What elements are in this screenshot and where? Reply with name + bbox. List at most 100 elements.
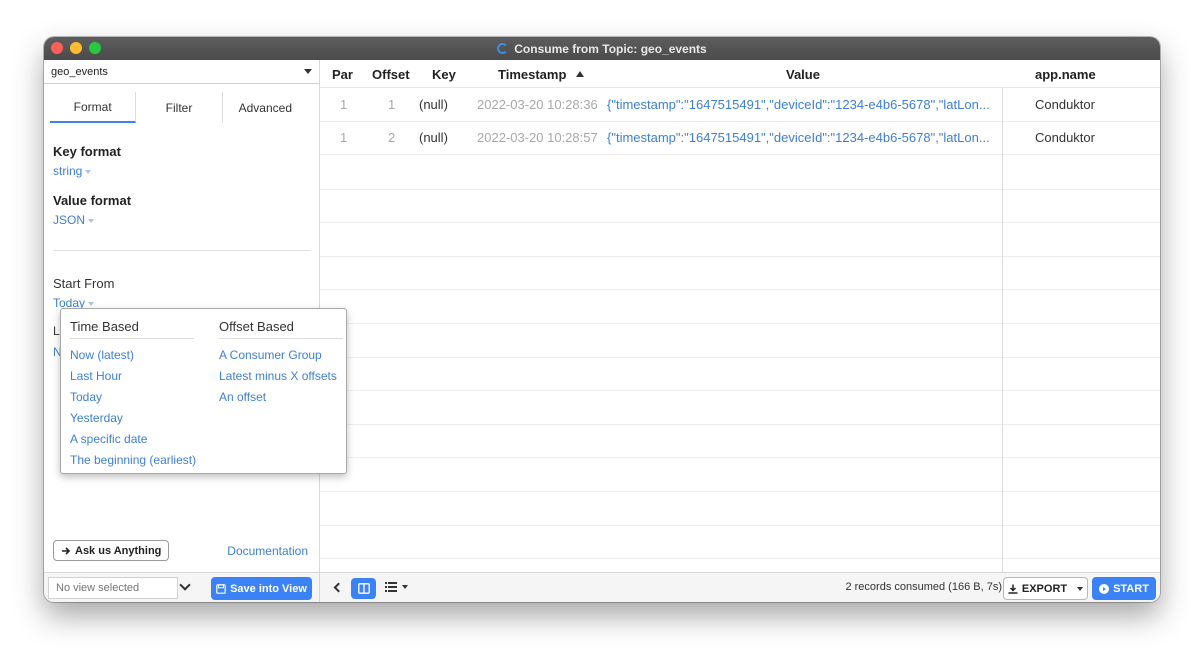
export-button[interactable]: EXPORT [1003,577,1088,600]
option-last-hour[interactable]: Last Hour [70,366,196,387]
records-table: Par Offset Key Timestamp Value app.name … [320,60,1160,572]
row-divider [320,323,1160,324]
row-divider [320,424,1160,425]
option-latest-minus-offsets[interactable]: Latest minus X offsets [219,366,343,387]
option-today[interactable]: Today [70,387,196,408]
cell-timestamp: 2022-03-20 10:28:36 [477,97,598,112]
cell-offset: 1 [388,97,396,112]
table-row[interactable]: 1 1 (null) 2022-03-20 10:28:36 {"timesta… [320,89,1160,122]
column-header-key[interactable]: Key [432,67,456,82]
records-status: 2 records consumed (166 B, 7s) [845,581,1002,593]
offset-based-heading: Offset Based [219,319,343,339]
caret-down-icon [88,218,95,223]
title-bar: Consume from Topic: geo_events [44,37,1160,60]
window-controls [51,42,101,54]
obscured-label: L [53,324,60,338]
column-header-par[interactable]: Par [332,67,353,82]
window-title-group: Consume from Topic: geo_events [497,41,707,56]
option-consumer-group[interactable]: A Consumer Group [219,345,343,366]
view-select-input[interactable] [48,577,178,599]
topic-select[interactable]: geo_events [44,60,320,84]
column-header-offset[interactable]: Offset [372,67,410,82]
start-button[interactable]: START [1092,577,1156,600]
section-divider [53,250,311,251]
option-specific-date[interactable]: A specific date [70,429,196,450]
options-tabs: Format Filter Advanced [50,92,308,123]
offset-based-column: Offset Based A Consumer Group Latest min… [219,319,343,408]
split-view-icon [357,583,370,594]
column-header-timestamp[interactable]: Timestamp [498,67,585,82]
option-an-offset[interactable]: An offset [219,387,343,408]
column-header-timestamp-label: Timestamp [498,67,567,82]
list-view-button[interactable] [385,582,408,592]
start-label: START [1113,582,1149,595]
row-divider [320,189,1160,190]
column-header-app-name[interactable]: app.name [1035,67,1096,82]
start-from-dropdown: Time Based Now (latest) Last Hour Today … [60,308,347,474]
row-divider [320,390,1160,391]
row-divider [320,357,1160,358]
start-from-label: Start From [53,276,115,291]
download-icon [1008,584,1018,594]
column-header-value[interactable]: Value [786,67,820,82]
split-view-button[interactable] [351,578,376,599]
cell-app-name: Conduktor [1035,130,1095,145]
caret-down-icon [85,169,92,174]
row-divider [320,491,1160,492]
play-circle-icon [1099,583,1110,594]
tab-filter[interactable]: Filter [136,92,223,123]
save-icon [216,583,226,594]
key-format-value: string [53,164,83,178]
row-divider [320,525,1160,526]
cell-value: {"timestamp":"1647515491","deviceId":"12… [607,97,990,112]
row-divider [320,256,1160,257]
cell-offset: 2 [388,130,396,145]
key-format-select[interactable]: string [53,164,92,178]
caret-down-icon [88,301,95,306]
sort-ascending-icon [576,71,585,77]
cell-app-name: Conduktor [1035,97,1095,112]
arrow-right-icon [62,546,71,555]
window-title: Consume from Topic: geo_events [514,41,707,56]
row-divider [320,457,1160,458]
close-window-button[interactable] [51,42,63,54]
option-now-latest[interactable]: Now (latest) [70,345,196,366]
value-format-select[interactable]: JSON [53,213,95,227]
chevron-down-icon[interactable] [179,579,191,591]
cell-timestamp: 2022-03-20 10:28:57 [477,130,598,145]
topic-select-value: geo_events [51,65,108,78]
app-logo-icon [497,43,509,54]
cell-key: (null) [419,97,448,112]
row-divider [320,558,1160,559]
caret-down-icon [402,585,408,589]
table-row[interactable]: 1 2 (null) 2022-03-20 10:28:57 {"timesta… [320,122,1160,155]
option-yesterday[interactable]: Yesterday [70,408,196,429]
save-into-view-label: Save into View [230,582,307,595]
caret-down-icon [304,69,312,74]
minimize-window-button[interactable] [70,42,82,54]
save-into-view-button[interactable]: Save into View [211,577,312,600]
tab-format[interactable]: Format [50,92,137,123]
chevron-left-icon[interactable] [333,582,344,593]
footer-toolbar: Save into View 2 records consumed (166 B… [44,572,1160,602]
caret-down-icon [1077,586,1084,591]
documentation-link[interactable]: Documentation [227,544,308,558]
time-based-heading: Time Based [70,319,194,339]
row-divider [320,222,1160,223]
key-format-label: Key format [53,144,121,159]
cell-key: (null) [419,130,448,145]
ask-us-anything-label: Ask us Anything [75,544,162,557]
ask-us-anything-button[interactable]: Ask us Anything [53,540,170,561]
option-beginning-earliest[interactable]: The beginning (earliest) [70,450,196,471]
list-icon [385,582,397,592]
footer-divider [319,573,320,602]
cell-value: {"timestamp":"1647515491","deviceId":"12… [607,130,990,145]
column-separator [1002,88,1003,572]
value-format-label: Value format [53,193,132,208]
zoom-window-button[interactable] [89,42,101,54]
row-divider [320,289,1160,290]
export-label: EXPORT [1021,582,1068,595]
tab-advanced[interactable]: Advanced [223,92,308,123]
table-header: Par Offset Key Timestamp Value app.name [320,60,1160,88]
cell-par: 1 [340,130,348,145]
